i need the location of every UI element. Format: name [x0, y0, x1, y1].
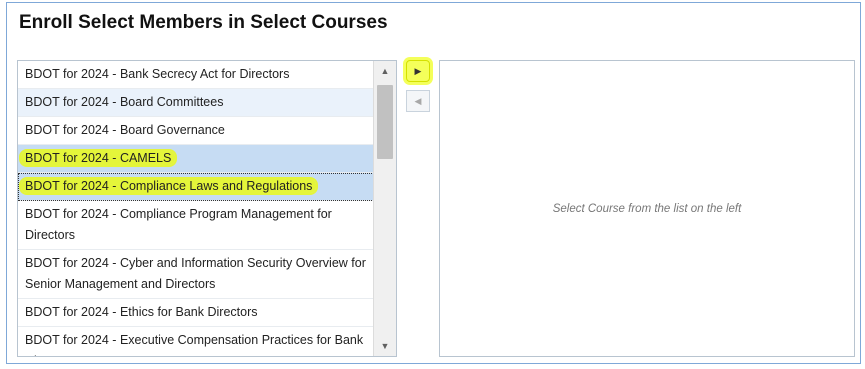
triangle-right-icon: ▶: [414, 65, 422, 76]
add-course-button[interactable]: ▶: [406, 60, 430, 82]
course-list-item-label: BDOT for 2024 - Bank Secrecy Act for Dir…: [25, 67, 290, 81]
scroll-down-icon[interactable]: ▼: [374, 336, 396, 356]
course-list-item-label: BDOT for 2024 - CAMELS: [21, 151, 176, 165]
available-courses-list[interactable]: BDOT for 2024 - Bank Secrecy Act for Dir…: [17, 60, 397, 357]
course-list-item-label: BDOT for 2024 - Compliance Program Manag…: [25, 207, 332, 242]
course-list-item[interactable]: BDOT for 2024 - Board Governance: [18, 117, 374, 145]
scroll-thumb[interactable]: [377, 85, 393, 159]
triangle-left-icon: ◀: [414, 95, 422, 106]
selected-courses-list[interactable]: Select Course from the list on the left: [439, 60, 855, 357]
selected-courses-placeholder: Select Course from the list on the left: [552, 202, 742, 215]
course-list-item[interactable]: BDOT for 2024 - Bank Secrecy Act for Dir…: [18, 61, 374, 89]
scroll-up-icon[interactable]: ▲: [374, 61, 396, 81]
course-list-item-label: BDOT for 2024 - Cyber and Information Se…: [25, 256, 366, 291]
course-list-item[interactable]: BDOT for 2024 - CAMELS: [18, 145, 374, 173]
course-list-item[interactable]: BDOT for 2024 - Ethics for Bank Director…: [18, 299, 374, 327]
remove-course-button[interactable]: ◀: [406, 90, 430, 112]
course-list-item[interactable]: BDOT for 2024 - Compliance Program Manag…: [18, 201, 374, 250]
course-list-item-label: BDOT for 2024 - Board Committees: [25, 95, 224, 109]
page-title: Enroll Select Members in Select Courses: [19, 12, 388, 33]
course-items: BDOT for 2024 - Bank Secrecy Act for Dir…: [18, 61, 374, 356]
course-list-item[interactable]: BDOT for 2024 - Cyber and Information Se…: [18, 250, 374, 299]
list-scrollbar[interactable]: ▲ ▼: [373, 61, 396, 356]
course-list-item[interactable]: BDOT for 2024 - Compliance Laws and Regu…: [18, 173, 374, 201]
course-list-item-label: BDOT for 2024 - Executive Compensation P…: [25, 333, 364, 356]
course-list-item[interactable]: BDOT for 2024 - Board Committees: [18, 89, 374, 117]
course-list-item-label: BDOT for 2024 - Board Governance: [25, 123, 225, 137]
course-list-item-label: BDOT for 2024 - Compliance Laws and Regu…: [21, 179, 317, 193]
transfer-buttons: ▶ ◀: [406, 60, 432, 120]
course-list-item[interactable]: BDOT for 2024 - Executive Compensation P…: [18, 327, 374, 356]
course-list-item-label: BDOT for 2024 - Ethics for Bank Director…: [25, 305, 258, 319]
